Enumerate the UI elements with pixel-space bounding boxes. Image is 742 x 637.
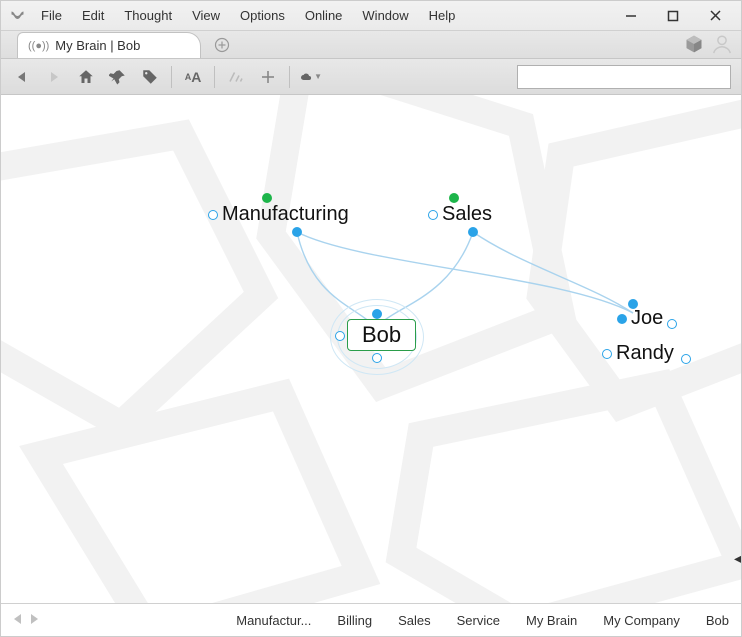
parent-gate-icon[interactable] bbox=[262, 193, 272, 203]
home-button[interactable] bbox=[75, 66, 97, 88]
history-back-icon[interactable] bbox=[13, 613, 23, 628]
menu-thought[interactable]: Thought bbox=[116, 4, 180, 27]
node-manufacturing[interactable]: Manufacturing bbox=[208, 203, 349, 226]
breadcrumb-item[interactable]: Sales bbox=[398, 613, 431, 628]
node-label: Randy bbox=[616, 342, 674, 365]
plex-canvas[interactable]: Manufacturing Sales Bob Joe Randy ◂ bbox=[1, 95, 741, 603]
broadcast-icon: ((●)) bbox=[28, 40, 49, 52]
child-gate-icon[interactable] bbox=[372, 353, 382, 363]
app-icon bbox=[7, 7, 25, 25]
node-label: Manufacturing bbox=[222, 203, 349, 226]
separator bbox=[171, 66, 172, 88]
user-icon[interactable] bbox=[711, 33, 733, 55]
menu-online[interactable]: Online bbox=[297, 4, 351, 27]
add-tab-button[interactable] bbox=[211, 34, 233, 56]
separator bbox=[214, 66, 215, 88]
titlebar: File Edit Thought View Options Online Wi… bbox=[1, 1, 741, 31]
node-label: Sales bbox=[442, 203, 492, 226]
child-gate-icon[interactable] bbox=[292, 227, 302, 237]
parent-gate-icon[interactable] bbox=[449, 193, 459, 203]
sibling-gate-icon[interactable] bbox=[602, 349, 612, 359]
text-size-button[interactable]: AA bbox=[182, 66, 204, 88]
back-button[interactable] bbox=[11, 66, 33, 88]
node-bob-active[interactable]: Bob bbox=[347, 319, 416, 351]
node-joe[interactable]: Joe bbox=[617, 307, 663, 330]
history-forward-icon[interactable] bbox=[29, 613, 39, 628]
pin-button[interactable] bbox=[107, 66, 129, 88]
maximize-button[interactable] bbox=[653, 3, 693, 29]
jump-gate-icon[interactable] bbox=[335, 331, 345, 341]
breadcrumb-item[interactable]: Manufactur... bbox=[236, 613, 311, 628]
menu-view[interactable]: View bbox=[184, 4, 228, 27]
sibling-gate-icon[interactable] bbox=[617, 314, 627, 324]
forward-button[interactable] bbox=[43, 66, 65, 88]
breadcrumb-item[interactable]: Bob bbox=[706, 613, 729, 628]
parent-gate-icon[interactable] bbox=[372, 309, 382, 319]
node-randy[interactable]: Randy bbox=[602, 342, 674, 365]
breadcrumb-item[interactable]: Billing bbox=[337, 613, 372, 628]
tab-active[interactable]: ((●)) My Brain | Bob bbox=[17, 32, 201, 58]
node-label: Bob bbox=[362, 322, 401, 348]
wander-button[interactable] bbox=[225, 66, 247, 88]
breadcrumb-item[interactable]: Service bbox=[457, 613, 500, 628]
node-sales[interactable]: Sales bbox=[428, 203, 492, 226]
breadcrumb-list: Manufactur... Billing Sales Service My B… bbox=[47, 613, 729, 628]
tab-bar: ((●)) My Brain | Bob bbox=[1, 31, 741, 59]
tab-title: My Brain | Bob bbox=[55, 38, 140, 53]
expand-button[interactable] bbox=[257, 66, 279, 88]
breadcrumb-item[interactable]: My Company bbox=[603, 613, 680, 628]
menu-help[interactable]: Help bbox=[421, 4, 464, 27]
menu-options[interactable]: Options bbox=[232, 4, 293, 27]
sibling-gate-icon[interactable] bbox=[428, 210, 438, 220]
menu-edit[interactable]: Edit bbox=[74, 4, 112, 27]
jump-gate-icon[interactable] bbox=[681, 354, 691, 364]
toolbar: AA ▼ bbox=[1, 59, 741, 95]
breadcrumb-item[interactable]: My Brain bbox=[526, 613, 577, 628]
jump-gate-icon[interactable] bbox=[667, 319, 677, 329]
minimize-button[interactable] bbox=[611, 3, 651, 29]
window-controls bbox=[611, 3, 735, 29]
tag-button[interactable] bbox=[139, 66, 161, 88]
side-collapse-icon[interactable]: ◂ bbox=[734, 550, 741, 567]
child-gate-icon[interactable] bbox=[468, 227, 478, 237]
menu-file[interactable]: File bbox=[33, 4, 70, 27]
cube-icon[interactable] bbox=[683, 33, 705, 55]
separator bbox=[289, 66, 290, 88]
breadcrumb-bar: Manufactur... Billing Sales Service My B… bbox=[1, 603, 741, 636]
menu-window[interactable]: Window bbox=[354, 4, 416, 27]
node-label: Joe bbox=[631, 307, 663, 330]
menu-bar: File Edit Thought View Options Online Wi… bbox=[33, 4, 611, 27]
search-input[interactable] bbox=[517, 65, 731, 89]
close-button[interactable] bbox=[695, 3, 735, 29]
cloud-button[interactable]: ▼ bbox=[300, 66, 322, 88]
sibling-gate-icon[interactable] bbox=[208, 210, 218, 220]
